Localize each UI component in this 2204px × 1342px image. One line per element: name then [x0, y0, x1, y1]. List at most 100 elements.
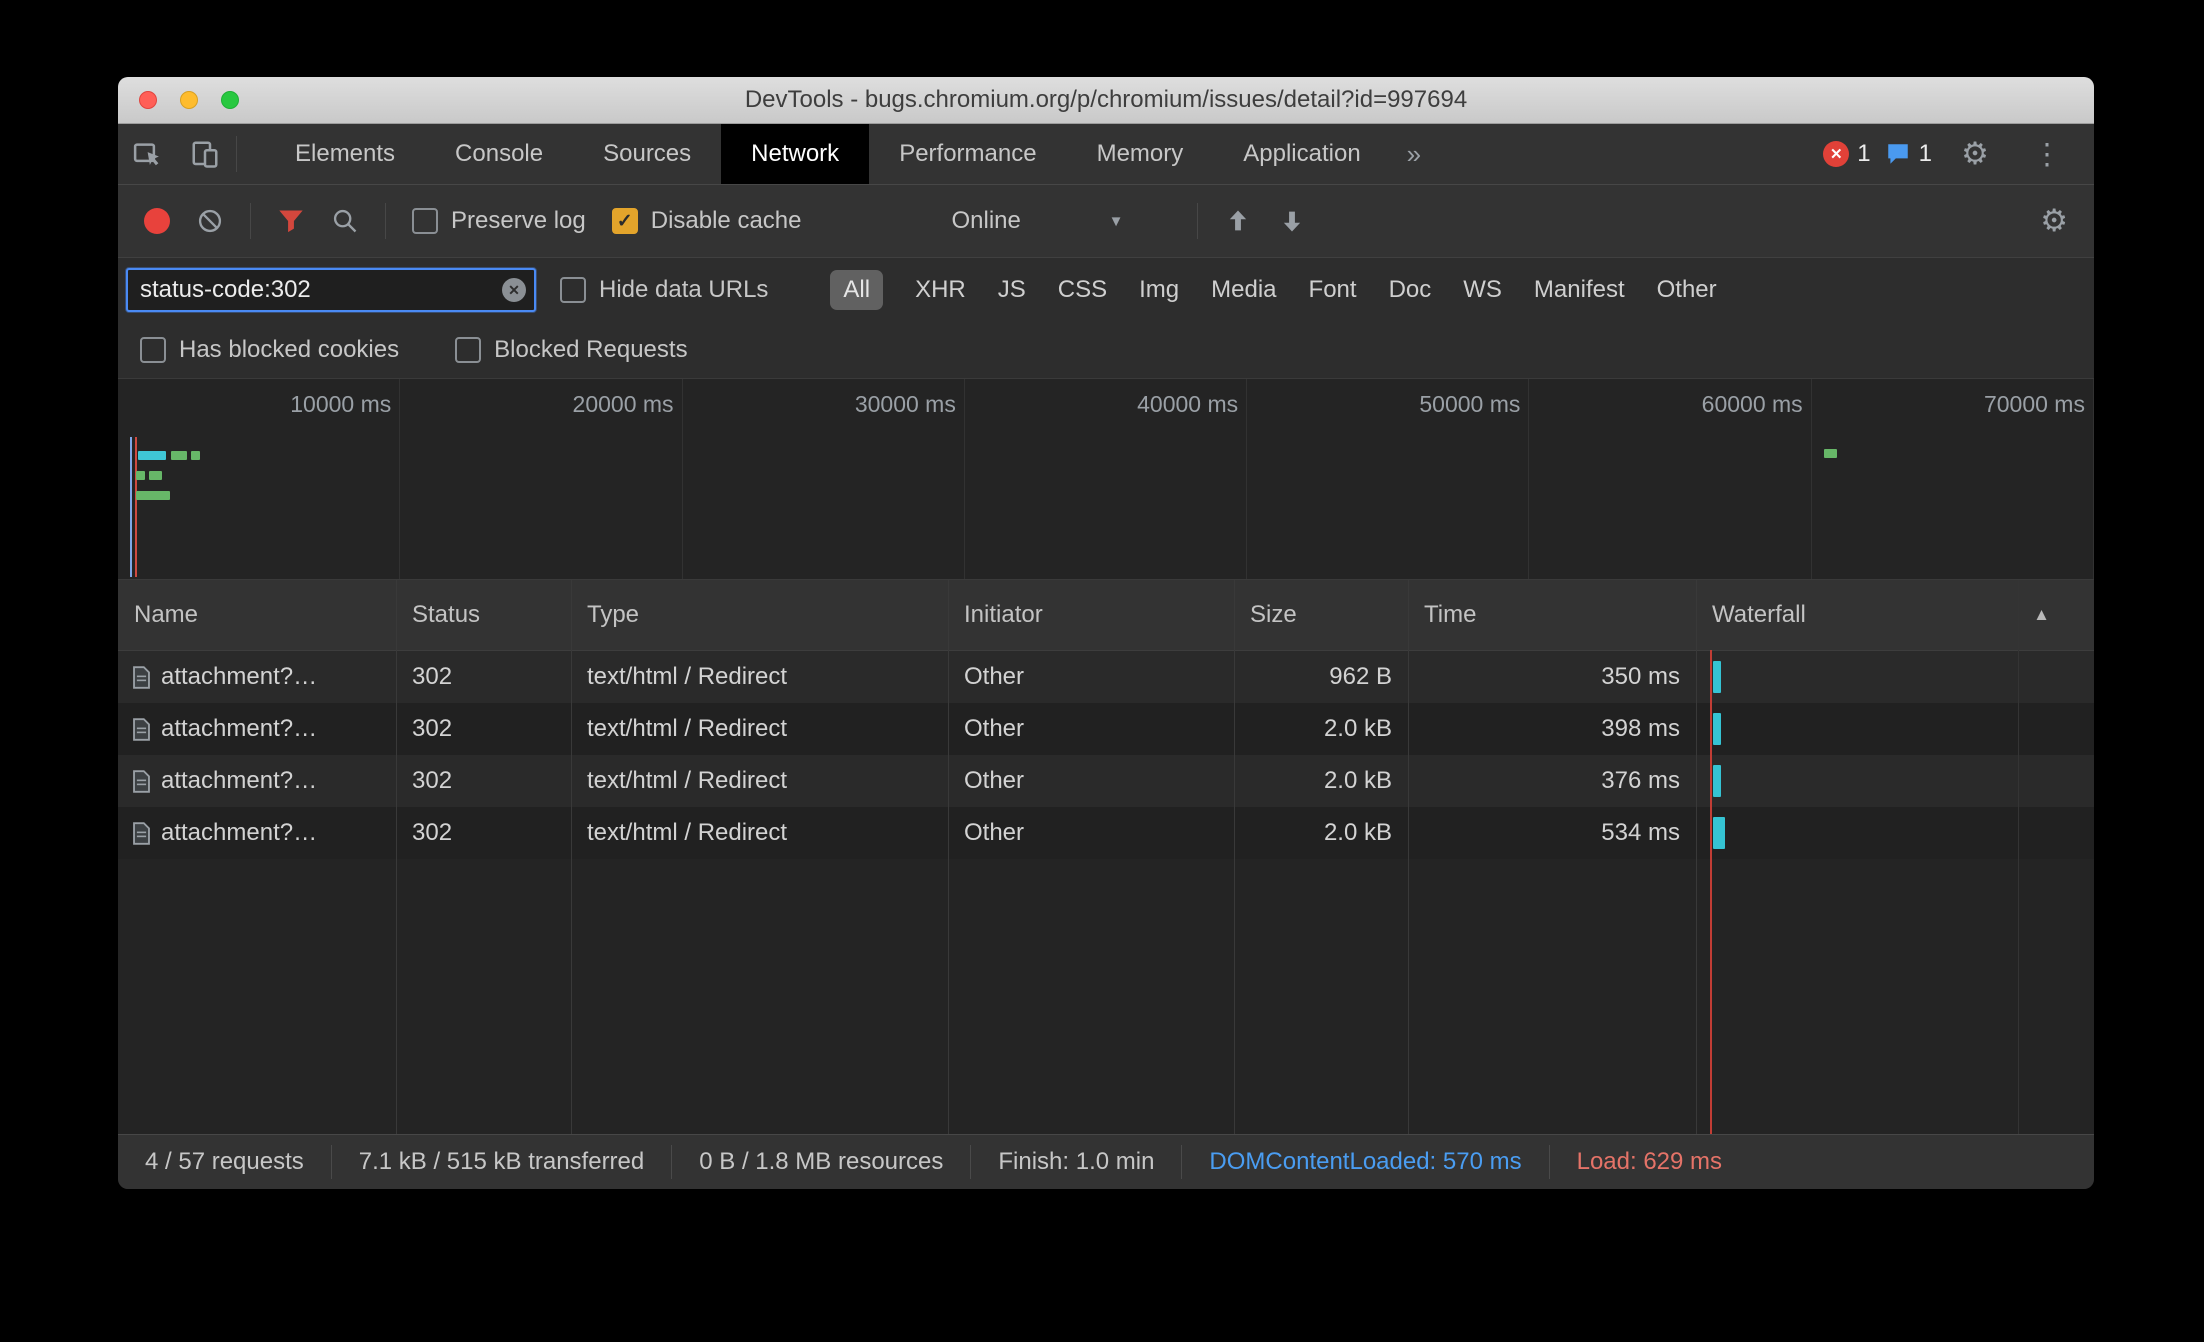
blocked-filters-row: Has blocked cookies Blocked Requests	[118, 322, 2094, 379]
timeline-overview[interactable]: 10000 ms 20000 ms 30000 ms 40000 ms 5000…	[118, 379, 2094, 580]
column-divider[interactable]	[1234, 580, 1235, 1134]
preserve-log-label: Preserve log	[451, 207, 586, 234]
resource-type-filters: All XHR JS CSS Img Media Font Doc WS Man…	[830, 270, 1717, 310]
zoom-button[interactable]	[221, 91, 239, 109]
export-har-button[interactable]	[1278, 207, 1306, 235]
error-badge[interactable]: ✕ 1	[1823, 140, 1871, 168]
column-divider[interactable]	[1408, 580, 1409, 1134]
tab-sources[interactable]: Sources	[573, 124, 721, 184]
filter-toggle-button[interactable]	[277, 207, 305, 235]
finish-summary: Finish: 1.0 min	[970, 1145, 1181, 1179]
type-filter-media[interactable]: Media	[1211, 276, 1276, 304]
document-icon	[132, 821, 151, 845]
issues-badge[interactable]: 1	[1885, 140, 1932, 168]
disable-cache-checkbox[interactable]: ✓ Disable cache	[611, 207, 802, 235]
type-filter-js[interactable]: JS	[998, 276, 1026, 304]
column-header-waterfall[interactable]: Waterfall ▲	[1696, 601, 2094, 629]
column-header-time[interactable]: Time	[1408, 601, 1696, 629]
network-toolbar: Preserve log ✓ Disable cache Online ▼ ⚙	[118, 185, 2094, 258]
throttling-select[interactable]: Online ▼	[951, 207, 1123, 235]
column-divider[interactable]	[1696, 580, 1697, 1134]
tab-performance[interactable]: Performance	[869, 124, 1066, 184]
column-divider[interactable]	[948, 580, 949, 1134]
device-toolbar-button[interactable]	[176, 124, 234, 184]
tab-elements[interactable]: Elements	[265, 124, 425, 184]
request-status: 302	[412, 663, 453, 690]
checkbox-unchecked-icon	[455, 337, 482, 363]
timeline-label: 40000 ms	[1137, 391, 1239, 417]
type-filter-manifest[interactable]: Manifest	[1534, 276, 1625, 304]
close-button[interactable]	[139, 91, 157, 109]
table-row[interactable]: attachment?… 302 text/html / Redirect Ot…	[118, 651, 2094, 703]
waterfall-bar	[1713, 661, 1721, 693]
type-filter-other[interactable]: Other	[1657, 276, 1717, 304]
column-header-initiator[interactable]: Initiator	[948, 601, 1234, 629]
column-header-name[interactable]: Name	[118, 601, 396, 629]
throttling-value: Online	[951, 207, 1021, 234]
import-har-button[interactable]	[1224, 207, 1252, 235]
panel-tabs: Elements Console Sources Network Perform…	[265, 124, 1437, 184]
request-size: 2.0 kB	[1323, 819, 1392, 846]
request-status: 302	[412, 819, 453, 846]
more-tabs-button[interactable]: »	[1391, 124, 1437, 184]
column-header-status[interactable]: Status	[396, 601, 571, 629]
timeline-label: 30000 ms	[854, 391, 956, 417]
blocked-requests-checkbox[interactable]: Blocked Requests	[455, 336, 688, 364]
column-divider[interactable]	[571, 580, 572, 1134]
column-header-type[interactable]: Type	[571, 601, 948, 629]
main-menu-button[interactable]: ⋮	[2018, 137, 2076, 172]
request-initiator: Other	[964, 819, 1025, 846]
table-row[interactable]: attachment?… 302 text/html / Redirect Ot…	[118, 807, 2094, 859]
disable-cache-label: Disable cache	[650, 207, 802, 234]
request-time: 350 ms	[1601, 663, 1680, 690]
request-time: 376 ms	[1601, 767, 1680, 794]
column-header-size[interactable]: Size	[1234, 601, 1408, 629]
load-summary: Load: 629 ms	[1548, 1145, 1749, 1179]
waterfall-cell	[1696, 651, 2094, 703]
type-filter-css[interactable]: CSS	[1058, 276, 1107, 304]
tab-console[interactable]: Console	[425, 124, 573, 184]
timeline-segment: 20000 ms	[400, 379, 683, 579]
type-filter-all[interactable]: All	[830, 270, 884, 310]
clear-filter-icon[interactable]: ✕	[502, 278, 526, 302]
error-icon: ✕	[1823, 141, 1850, 167]
request-name: attachment?…	[161, 767, 318, 794]
document-icon	[132, 665, 151, 689]
type-filter-font[interactable]: Font	[1309, 276, 1357, 304]
tab-application[interactable]: Application	[1213, 124, 1390, 184]
type-filter-img[interactable]: Img	[1139, 276, 1179, 304]
traffic-lights	[139, 91, 239, 109]
tab-network[interactable]: Network	[721, 124, 870, 184]
waterfall-cell	[1696, 703, 2094, 755]
has-blocked-cookies-checkbox[interactable]: Has blocked cookies	[140, 336, 399, 364]
request-size: 962 B	[1329, 663, 1392, 690]
inspect-element-button[interactable]	[118, 124, 176, 184]
table-row[interactable]: attachment?… 302 text/html / Redirect Ot…	[118, 755, 2094, 807]
search-button[interactable]	[331, 207, 359, 235]
clear-button[interactable]	[196, 207, 224, 235]
overview-resource-bar	[171, 451, 187, 460]
preserve-log-checkbox[interactable]: Preserve log	[412, 207, 586, 235]
type-filter-xhr[interactable]: XHR	[915, 276, 966, 304]
network-settings-gear-icon[interactable]: ⚙	[2040, 203, 2068, 239]
waterfall-inner-divider	[2018, 580, 2019, 1134]
request-status: 302	[412, 767, 453, 794]
type-filter-ws[interactable]: WS	[1463, 276, 1502, 304]
settings-button[interactable]: ⚙	[1946, 136, 2004, 172]
request-status: 302	[412, 715, 453, 742]
request-type: text/html / Redirect	[587, 663, 788, 690]
hide-data-urls-checkbox[interactable]: Hide data URLs	[560, 276, 768, 304]
network-filter-input[interactable]	[126, 268, 536, 312]
requests-summary: 4 / 57 requests	[145, 1148, 304, 1175]
minimize-button[interactable]	[180, 91, 198, 109]
hide-data-urls-label: Hide data URLs	[599, 276, 769, 303]
waterfall-bar	[1713, 817, 1725, 849]
overview-load-line	[135, 437, 137, 577]
column-divider[interactable]	[396, 580, 397, 1134]
resources-summary: 0 B / 1.8 MB resources	[671, 1145, 970, 1179]
record-button[interactable]	[144, 208, 170, 234]
table-row[interactable]: attachment?… 302 text/html / Redirect Ot…	[118, 703, 2094, 755]
waterfall-bar	[1713, 765, 1721, 797]
tab-memory[interactable]: Memory	[1067, 124, 1214, 184]
type-filter-doc[interactable]: Doc	[1389, 276, 1432, 304]
